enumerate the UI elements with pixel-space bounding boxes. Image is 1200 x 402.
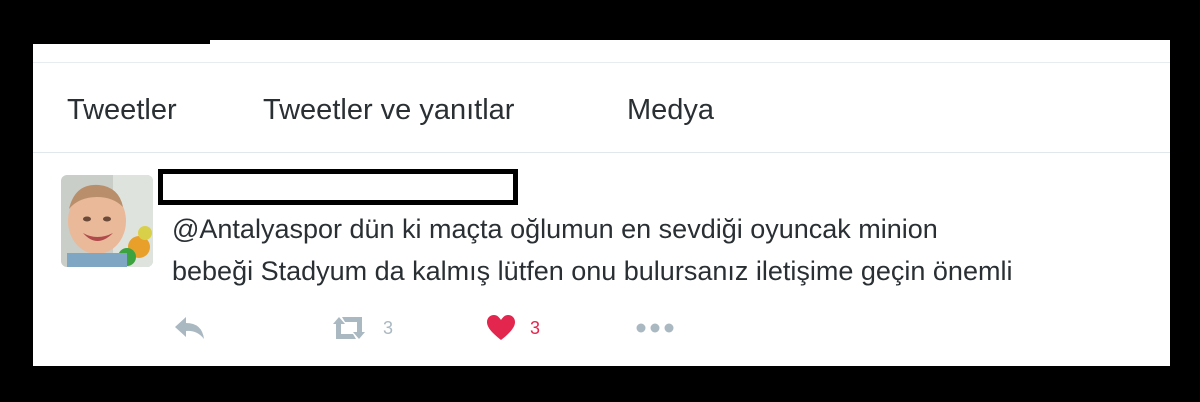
reply-icon [175, 317, 204, 339]
tab-media[interactable]: Medya [627, 94, 714, 127]
profile-header-strip [33, 40, 1170, 63]
heart-icon [487, 315, 515, 340]
tweet-panel: Tweetler Tweetler ve yanıtlar Medya @Ant… [33, 40, 1170, 366]
tweet-actions: 3 3 [33, 310, 1170, 350]
like-button[interactable]: 3 [486, 310, 540, 346]
retweet-button[interactable]: 3 [329, 310, 393, 346]
profile-tabs: Tweetler Tweetler ve yanıtlar Medya [33, 64, 1170, 153]
reply-button[interactable] [173, 310, 207, 346]
tab-tweets-and-replies[interactable]: Tweetler ve yanıtlar [263, 94, 514, 127]
tweet-text-line-2: bebeği Stadyum da kalmış lütfen onu bulu… [172, 256, 1013, 286]
avatar[interactable] [61, 175, 153, 267]
like-count: 3 [530, 317, 541, 338]
avatar-photo [61, 175, 153, 267]
tweet-text-line-1: @Antalyaspor dün ki maçta oğlumun en sev… [172, 214, 938, 244]
retweet-icon [333, 317, 365, 339]
more-icon [636, 323, 674, 333]
tweet-text: @Antalyaspor dün ki maçta oğlumun en sev… [172, 208, 1152, 292]
header-edge [33, 40, 210, 44]
retweet-count: 3 [383, 317, 394, 338]
redacted-username[interactable] [158, 169, 518, 205]
tab-tweets[interactable]: Tweetler [67, 94, 177, 127]
more-button[interactable] [635, 310, 675, 346]
